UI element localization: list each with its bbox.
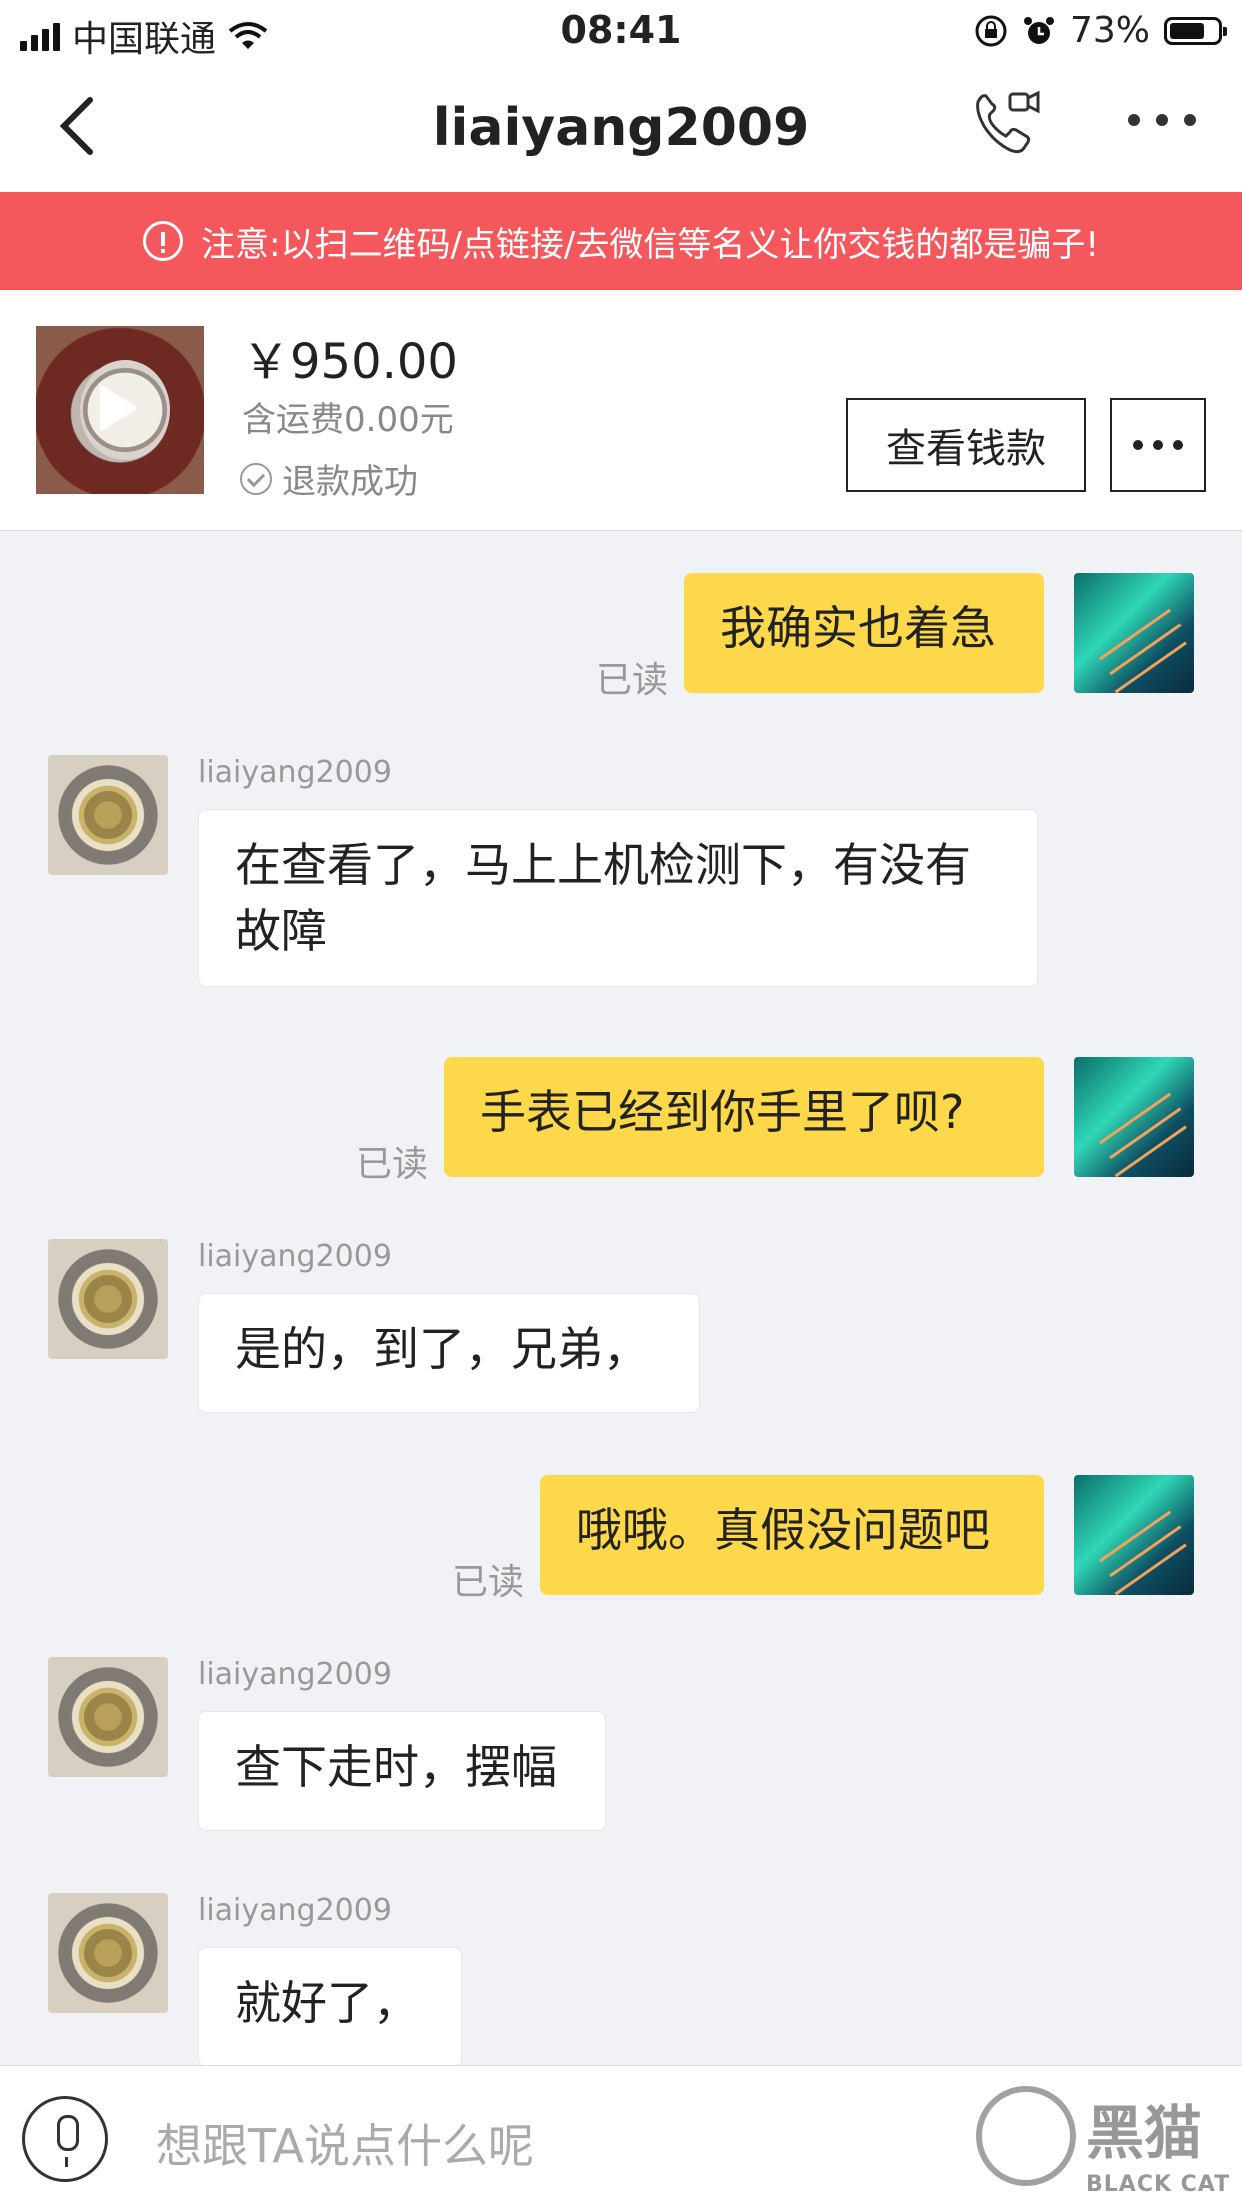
info-circle-icon	[143, 221, 183, 261]
play-icon	[100, 384, 138, 432]
message-bubble-theirs[interactable]: 查下走时，摆幅	[198, 1711, 606, 1831]
battery-icon	[1164, 16, 1227, 45]
sender-name: liaiyang2009	[198, 1239, 392, 1274]
message-bubble-mine[interactable]: 手表已经到你手里了呗?	[444, 1057, 1044, 1177]
page-title: liaiyang2009	[432, 98, 810, 158]
fraud-warning-banner: 注意:以扫二维码/点链接/去微信等名义让你交钱的都是骗子!	[0, 192, 1242, 290]
product-card: ￥950.00 含运费0.00元 退款成功 查看钱款	[0, 290, 1242, 531]
contact-avatar[interactable]	[48, 1239, 168, 1359]
message-bubble-mine[interactable]: 哦哦。真假没问题吧	[540, 1475, 1044, 1595]
view-money-button[interactable]: 查看钱款	[846, 398, 1086, 492]
contact-avatar[interactable]	[48, 755, 168, 875]
read-receipt: 已读	[452, 1562, 525, 1603]
product-more-button[interactable]	[1110, 398, 1206, 492]
read-receipt: 已读	[596, 660, 669, 701]
warning-text: 注意:以扫二维码/点链接/去微信等名义让你交钱的都是骗子!	[201, 224, 1099, 265]
my-avatar[interactable]	[1074, 573, 1194, 693]
nav-bar: liaiyang2009	[0, 62, 1242, 192]
more-dots-icon[interactable]	[1128, 114, 1196, 126]
message-bubble-theirs[interactable]: 就好了，	[198, 1947, 462, 2065]
alarm-icon	[1023, 16, 1054, 44]
contact-avatar[interactable]	[48, 1657, 168, 1777]
shipping-info: 含运费0.00元	[242, 400, 454, 440]
chat-area[interactable]: 我确实也着急 已读 liaiyang2009 在查看了，马上上机检测下，有没有故…	[0, 531, 1242, 2065]
sender-name: liaiyang2009	[198, 1893, 392, 1928]
phone-video-icon[interactable]	[968, 88, 1042, 162]
refund-status: 退款成功	[240, 454, 418, 503]
refund-status-label: 退款成功	[282, 462, 418, 502]
status-right: 73%	[974, 10, 1227, 51]
rotation-lock-icon	[975, 15, 1007, 46]
check-circle-icon	[240, 462, 272, 495]
my-avatar[interactable]	[1074, 1475, 1194, 1595]
message-bubble-mine[interactable]: 我确实也着急	[684, 573, 1044, 693]
message-bubble-theirs[interactable]: 在查看了，马上上机检测下，有没有故障	[198, 809, 1038, 987]
microphone-icon[interactable]	[22, 2096, 108, 2182]
sender-name: liaiyang2009	[198, 755, 392, 790]
product-thumbnail[interactable]	[36, 326, 204, 494]
message-bubble-theirs[interactable]: 是的，到了，兄弟，	[198, 1293, 700, 1413]
my-avatar[interactable]	[1074, 1057, 1194, 1177]
message-input[interactable]: 想跟TA说点什么呢	[156, 2110, 534, 2176]
cat-logo-icon	[976, 2086, 1076, 2186]
watermark: 黑猫 BLACK CAT	[966, 2080, 1242, 2208]
sender-name: liaiyang2009	[198, 1657, 392, 1692]
status-bar: 中国联通 08:41 73%	[0, 0, 1242, 62]
contact-avatar[interactable]	[48, 1893, 168, 2013]
read-receipt: 已读	[356, 1144, 429, 1185]
watermark-title: 黑猫	[1086, 2099, 1203, 2167]
product-price: ￥950.00	[242, 334, 458, 390]
battery-percent: 73%	[1069, 10, 1150, 51]
watermark-subtitle: BLACK CAT	[1086, 2172, 1231, 2197]
